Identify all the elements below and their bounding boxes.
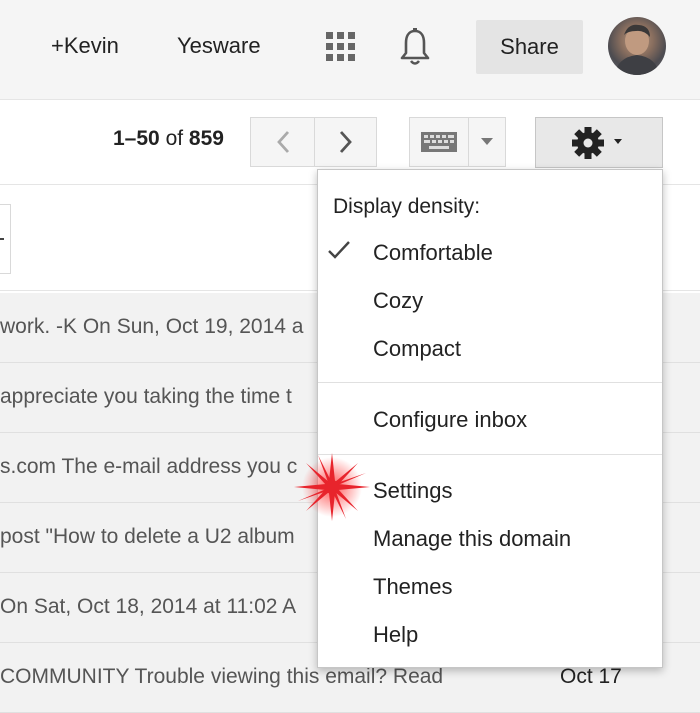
- older-button[interactable]: [314, 117, 377, 167]
- email-snippet: work. -K On Sun, Oct 19, 2014 a: [0, 315, 304, 338]
- menu-item-cozy[interactable]: Cozy: [373, 288, 423, 314]
- input-tools-button[interactable]: [409, 117, 469, 167]
- email-snippet: s.com The e-mail address you c: [0, 455, 298, 478]
- gear-icon: [572, 126, 622, 159]
- menu-item-compact[interactable]: Compact: [373, 336, 461, 362]
- menu-item-comfortable[interactable]: Comfortable: [373, 240, 493, 266]
- keyboard-icon: [421, 132, 457, 152]
- apps-grid-icon[interactable]: [326, 32, 356, 62]
- pager-of: of: [165, 127, 184, 150]
- menu-item-themes[interactable]: Themes: [373, 574, 452, 600]
- email-date: Oct 17: [560, 665, 622, 688]
- menu-item-manage-domain[interactable]: Manage this domain: [373, 526, 571, 552]
- pager-range: 1–50: [113, 127, 160, 150]
- check-icon: [328, 241, 350, 259]
- caret-down-icon: [481, 138, 493, 145]
- menu-item-settings[interactable]: Settings: [373, 478, 453, 504]
- avatar[interactable]: [608, 17, 666, 75]
- menu-item-help[interactable]: Help: [373, 622, 418, 648]
- menu-item-configure-inbox[interactable]: Configure inbox: [373, 407, 527, 433]
- pager-total: 859: [188, 127, 224, 150]
- email-snippet: COMMUNITY Trouble viewing this email? Re…: [0, 665, 444, 688]
- pager-count: 1–50 of 859: [113, 127, 224, 151]
- email-snippet: appreciate you taking the time t: [0, 385, 292, 408]
- settings-gear-button[interactable]: [535, 117, 663, 168]
- email-snippet: On Sat, Oct 18, 2014 at 11:02 A: [0, 595, 297, 618]
- input-tools-dropdown[interactable]: [468, 117, 506, 167]
- chevron-left-icon: [276, 131, 289, 153]
- newer-button[interactable]: [250, 117, 315, 167]
- menu-divider: [318, 382, 662, 383]
- display-density-header: Display density:: [333, 195, 481, 218]
- notification-bell-icon[interactable]: [399, 27, 431, 67]
- chevron-right-icon: [339, 131, 352, 153]
- yesware-link[interactable]: Yesware: [177, 33, 261, 59]
- profile-link[interactable]: +Kevin: [51, 33, 119, 59]
- category-tab-edge[interactable]: [0, 204, 11, 274]
- share-button[interactable]: Share: [476, 20, 583, 74]
- top-bar: +Kevin Yesware Share: [0, 0, 700, 100]
- click-indicator-icon: [294, 453, 370, 521]
- email-snippet: post "How to delete a U2 album: [0, 525, 295, 548]
